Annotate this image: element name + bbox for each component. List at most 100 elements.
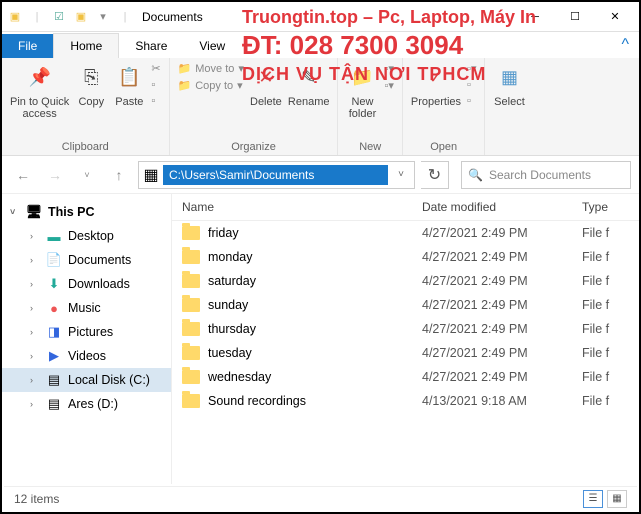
qat-divider: | (28, 8, 46, 26)
ribbon-collapse-icon[interactable]: ^ (611, 32, 639, 58)
up-button[interactable]: ↑ (106, 162, 132, 188)
col-type[interactable]: Type (582, 200, 629, 214)
group-label-organize: Organize (178, 139, 330, 153)
paste-shortcut-button[interactable]: ▫ (151, 95, 160, 107)
tree-music[interactable]: ›●Music (2, 296, 171, 320)
file-name: thursday (208, 322, 256, 336)
file-name: Sound recordings (208, 394, 306, 408)
status-bar: 12 items ☰ ▦ (4, 486, 637, 510)
select-button[interactable]: ▦Select (493, 62, 525, 108)
tree-documents[interactable]: ›📄Documents (2, 248, 171, 272)
folder-icon (182, 250, 200, 264)
edit-button[interactable]: ▫ (467, 79, 476, 91)
documents-icon: ▦ (139, 165, 163, 185)
file-type: File f (582, 346, 629, 360)
pin-to-quick-access-button[interactable]: 📌Pin to Quick access (10, 62, 69, 120)
file-row[interactable]: monday4/27/2021 2:49 PMFile f (172, 245, 639, 269)
forward-button[interactable]: → (42, 162, 68, 188)
close-button[interactable]: ✕ (595, 3, 635, 31)
select-icon: ▦ (493, 62, 525, 94)
new-folder-icon: 📁 (346, 62, 378, 94)
tab-home[interactable]: Home (53, 33, 119, 58)
history-button[interactable]: ▫ (467, 95, 476, 107)
address-bar[interactable]: ▦ C:\Users\Samir\Documents ˅ (138, 161, 415, 189)
new-folder-button[interactable]: 📁New folder (346, 62, 378, 120)
music-icon: ● (46, 300, 62, 316)
folder-icon (182, 226, 200, 240)
minimize-button[interactable]: ─ (515, 3, 555, 31)
copy-button[interactable]: ⎘Copy (75, 62, 107, 108)
details-view-button[interactable]: ☰ (583, 490, 603, 508)
col-date[interactable]: Date modified (422, 200, 582, 214)
file-row[interactable]: thursday4/27/2021 2:49 PMFile f (172, 317, 639, 341)
file-list: Name Date modified Type friday4/27/2021 … (172, 194, 639, 484)
tab-file[interactable]: File (2, 34, 53, 58)
file-row[interactable]: Sound recordings4/13/2021 9:18 AMFile f (172, 389, 639, 413)
window-title: Documents (142, 10, 203, 24)
copy-to-button[interactable]: 📁Copy to▾ (178, 79, 244, 92)
file-date: 4/27/2021 2:49 PM (422, 370, 582, 384)
file-row[interactable]: tuesday 4/27/2021 2:49 PMFile f (172, 341, 639, 365)
file-type: File f (582, 322, 629, 336)
tree-ares[interactable]: ›▤Ares (D:) (2, 392, 171, 416)
new-item-button[interactable]: ▫▾ (384, 62, 393, 75)
recent-button[interactable]: ˅ (74, 162, 100, 188)
tree-downloads[interactable]: ›⬇Downloads (2, 272, 171, 296)
address-path[interactable]: C:\Users\Samir\Documents (163, 165, 388, 185)
copyto-icon: 📁 (178, 79, 192, 92)
file-row[interactable]: wednesday4/27/2021 2:49 PMFile f (172, 365, 639, 389)
file-row[interactable]: friday4/27/2021 2:49 PMFile f (172, 221, 639, 245)
pictures-icon: ◨ (46, 324, 62, 340)
delete-button[interactable]: ✕Delete (250, 62, 282, 108)
file-name: tuesday (208, 346, 252, 360)
file-date: 4/27/2021 2:49 PM (422, 250, 582, 264)
pin-icon: 📌 (24, 62, 56, 94)
easy-access-button[interactable]: ▫▾ (384, 79, 393, 92)
file-date: 4/13/2021 9:18 AM (422, 394, 582, 408)
group-label-open: Open (411, 139, 477, 153)
cut-button[interactable]: ✂ (151, 62, 160, 75)
column-headers: Name Date modified Type (172, 194, 639, 221)
qat-dropdown-icon[interactable]: ▾ (94, 8, 112, 26)
tree-pictures[interactable]: ›◨Pictures (2, 320, 171, 344)
folder-icon (182, 394, 200, 408)
large-icons-view-button[interactable]: ▦ (607, 490, 627, 508)
search-input[interactable]: 🔍 Search Documents (461, 161, 631, 189)
copy-path-button[interactable]: ▫ (151, 79, 160, 91)
search-icon: 🔍 (468, 168, 483, 182)
paste-button[interactable]: 📋Paste (113, 62, 145, 108)
tree-videos[interactable]: ›▶Videos (2, 344, 171, 368)
downloads-icon: ⬇ (46, 276, 62, 292)
refresh-button[interactable]: ↻ (421, 161, 449, 189)
open-button[interactable]: ▫▾ (467, 62, 476, 75)
file-name: saturday (208, 274, 256, 288)
file-row[interactable]: saturday4/27/2021 2:49 PMFile f (172, 269, 639, 293)
check-icon[interactable]: ☑ (50, 8, 68, 26)
tab-view[interactable]: View (183, 34, 241, 58)
rename-button[interactable]: ✎Rename (288, 62, 330, 108)
copy-icon: ⎘ (75, 62, 107, 94)
titlebar: ▣ | ☑ ▣ ▾ | Documents ─ ☐ ✕ (2, 2, 639, 32)
tree-local-disk[interactable]: ›▤Local Disk (C:) (2, 368, 171, 392)
file-row[interactable]: sunday4/27/2021 2:49 PMFile f (172, 293, 639, 317)
col-name[interactable]: Name (182, 200, 422, 214)
file-date: 4/27/2021 2:49 PM (422, 346, 582, 360)
back-button[interactable]: ← (10, 162, 36, 188)
folder-icon (182, 274, 200, 288)
group-label-clipboard: Clipboard (10, 139, 161, 153)
tree-this-pc[interactable]: ˅🖥This PC (2, 200, 171, 224)
maximize-button[interactable]: ☐ (555, 3, 595, 31)
item-count: 12 items (14, 492, 59, 506)
documents-icon: 📄 (46, 252, 62, 268)
folder-icon: ▣ (6, 8, 24, 26)
folder-icon (182, 370, 200, 384)
tab-share[interactable]: Share (119, 34, 183, 58)
move-to-button[interactable]: 📁Move to▾ (178, 62, 244, 75)
tree-desktop[interactable]: ›▬Desktop (2, 224, 171, 248)
desktop-icon: ▬ (46, 228, 62, 244)
address-dropdown-icon[interactable]: ˅ (388, 169, 414, 180)
properties-button[interactable]: ✓Properties (411, 62, 461, 108)
disk-icon: ▤ (46, 372, 62, 388)
file-date: 4/27/2021 2:49 PM (422, 298, 582, 312)
file-name: sunday (208, 298, 248, 312)
